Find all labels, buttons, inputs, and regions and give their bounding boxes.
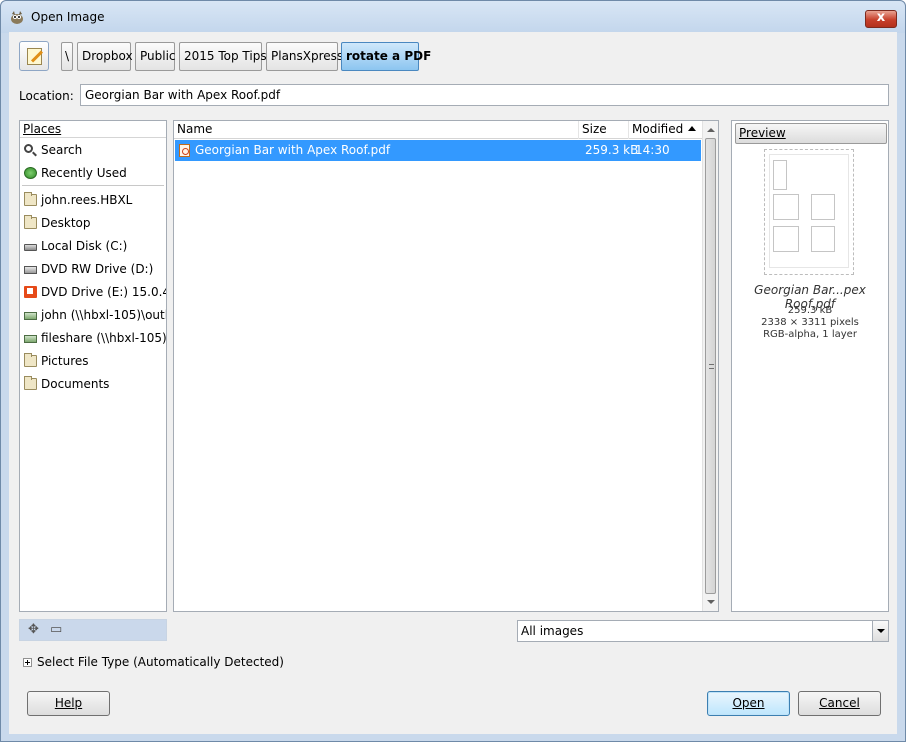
place-local-disk[interactable]: Local Disk (C:) bbox=[20, 235, 166, 257]
filter-selected-value: All images bbox=[521, 624, 584, 638]
cancel-label: Cancel bbox=[819, 696, 860, 710]
file-name: Georgian Bar with Apex Roof.pdf bbox=[195, 143, 391, 157]
place-search[interactable]: Search bbox=[20, 139, 166, 161]
search-icon bbox=[24, 144, 33, 153]
place-recently-used[interactable]: Recently Used bbox=[20, 162, 166, 184]
scroll-down-icon[interactable] bbox=[707, 600, 715, 604]
folder-icon bbox=[24, 215, 37, 229]
add-bookmark-icon[interactable]: ✥ bbox=[28, 623, 39, 637]
edit-location-icon bbox=[27, 48, 42, 65]
place-label: Local Disk (C:) bbox=[41, 239, 128, 253]
places-pane: Places Search Recently Used john.rees.HB… bbox=[19, 120, 167, 612]
crumb-2015-top-tips[interactable]: 2015 Top Tips bbox=[179, 42, 267, 71]
gimp-icon bbox=[11, 11, 23, 24]
place-label: Documents bbox=[41, 377, 110, 391]
place-pictures[interactable]: Pictures bbox=[20, 350, 166, 372]
title-bar[interactable]: Open Image x bbox=[1, 1, 905, 33]
preview-file-size: 259.3 kB bbox=[787, 305, 833, 316]
place-label: Recently Used bbox=[41, 166, 127, 180]
place-label: fileshare (\\hbxl-105)... bbox=[41, 331, 166, 345]
place-label: DVD RW Drive (D:) bbox=[41, 262, 154, 276]
grip-icon bbox=[709, 364, 714, 369]
column-header-name[interactable]: Name bbox=[174, 121, 578, 139]
column-header-label: Modified bbox=[632, 122, 684, 136]
column-header-size[interactable]: Size bbox=[578, 121, 628, 139]
close-button[interactable]: x bbox=[865, 10, 897, 28]
place-label: john (\\hbxl-105)\outl... bbox=[41, 308, 166, 322]
help-button[interactable]: Help bbox=[27, 691, 110, 716]
cancel-button[interactable]: Cancel bbox=[798, 691, 881, 716]
place-john-share[interactable]: john (\\hbxl-105)\outl... bbox=[20, 304, 166, 326]
crumb-public[interactable]: Public bbox=[135, 42, 176, 71]
place-label: Desktop bbox=[41, 216, 91, 230]
preview-mode: RGB-alpha, 1 layer bbox=[763, 329, 857, 340]
preview-thumbnail bbox=[764, 149, 854, 275]
dvd-drive-icon bbox=[24, 266, 37, 274]
hard-drive-icon bbox=[24, 244, 37, 251]
folder-icon bbox=[24, 353, 37, 367]
recent-icon bbox=[24, 167, 37, 179]
file-modified: 14:30 bbox=[635, 143, 670, 157]
place-home[interactable]: john.rees.HBXL bbox=[20, 189, 166, 211]
place-label: Search bbox=[41, 143, 83, 157]
places-header[interactable]: Places bbox=[20, 121, 166, 138]
place-dvd-rw-drive[interactable]: DVD RW Drive (D:) bbox=[20, 258, 166, 280]
office-icon bbox=[24, 286, 37, 298]
places-header-label: Places bbox=[23, 122, 62, 136]
file-size: 259.3 kB bbox=[585, 143, 639, 157]
sort-ascending-icon bbox=[688, 126, 697, 131]
place-dvd-drive[interactable]: DVD Drive (E:) 15.0.44... bbox=[20, 281, 166, 303]
file-type-filter[interactable]: All images bbox=[517, 620, 889, 642]
place-fileshare[interactable]: fileshare (\\hbxl-105)... bbox=[20, 327, 166, 349]
open-image-dialog: Open Image x \ Dropbox Public 2015 Top T… bbox=[0, 0, 906, 742]
preview-pane: Preview Georgian Bar...pex Roof.pdf 259.… bbox=[731, 120, 889, 612]
preview-label: Preview bbox=[739, 126, 786, 140]
scrollbar-thumb[interactable] bbox=[705, 138, 716, 594]
crumb-rotate-a-pdf[interactable]: rotate a PDF bbox=[341, 42, 431, 71]
place-label: DVD Drive (E:) 15.0.44... bbox=[41, 285, 166, 299]
preview-header[interactable]: Preview bbox=[735, 123, 887, 144]
network-drive-icon bbox=[24, 312, 37, 320]
dialog-body: \ Dropbox Public 2015 Top Tips PlansXpre… bbox=[9, 32, 897, 734]
folder-icon bbox=[24, 192, 37, 206]
places-separator bbox=[22, 185, 164, 186]
close-icon: x bbox=[876, 10, 886, 25]
crumb-dropbox[interactable]: Dropbox bbox=[77, 42, 133, 71]
location-input[interactable]: Georgian Bar with Apex Roof.pdf bbox=[80, 84, 889, 106]
file-list-header: Name Size Modified bbox=[174, 121, 702, 139]
window-title: Open Image bbox=[31, 10, 105, 24]
location-label: Location: bbox=[19, 89, 74, 103]
crumb-root[interactable]: \ bbox=[61, 42, 73, 71]
crumb-plansxpress[interactable]: PlansXpress bbox=[266, 42, 343, 71]
open-button[interactable]: Open bbox=[707, 691, 790, 716]
place-label: Pictures bbox=[41, 354, 89, 368]
places-toolbar: ✥ ▭ bbox=[19, 619, 167, 641]
pdf-file-icon bbox=[179, 144, 190, 157]
vertical-scrollbar[interactable] bbox=[702, 121, 718, 611]
folder-icon bbox=[24, 376, 37, 390]
expand-icon[interactable] bbox=[23, 658, 32, 667]
file-list-pane: Name Size Modified Georgian Bar with Ape… bbox=[173, 120, 719, 612]
place-desktop[interactable]: Desktop bbox=[20, 212, 166, 234]
column-header-modified[interactable]: Modified bbox=[628, 121, 702, 139]
remove-bookmark-icon[interactable]: ▭ bbox=[50, 623, 62, 637]
edit-location-button[interactable] bbox=[19, 41, 49, 71]
select-file-type-expander[interactable]: Select File Type (Automatically Detected… bbox=[37, 655, 284, 669]
file-row[interactable]: Georgian Bar with Apex Roof.pdf 259.3 kB… bbox=[175, 140, 701, 161]
preview-dimensions: 2338 × 3311 pixels bbox=[761, 317, 859, 328]
open-label: Open bbox=[732, 696, 765, 710]
scroll-up-icon[interactable] bbox=[707, 128, 715, 132]
chevron-down-icon[interactable] bbox=[872, 621, 888, 641]
help-label: Help bbox=[54, 696, 83, 710]
network-drive-icon bbox=[24, 335, 37, 343]
place-documents[interactable]: Documents bbox=[20, 373, 166, 395]
place-label: john.rees.HBXL bbox=[41, 193, 133, 207]
